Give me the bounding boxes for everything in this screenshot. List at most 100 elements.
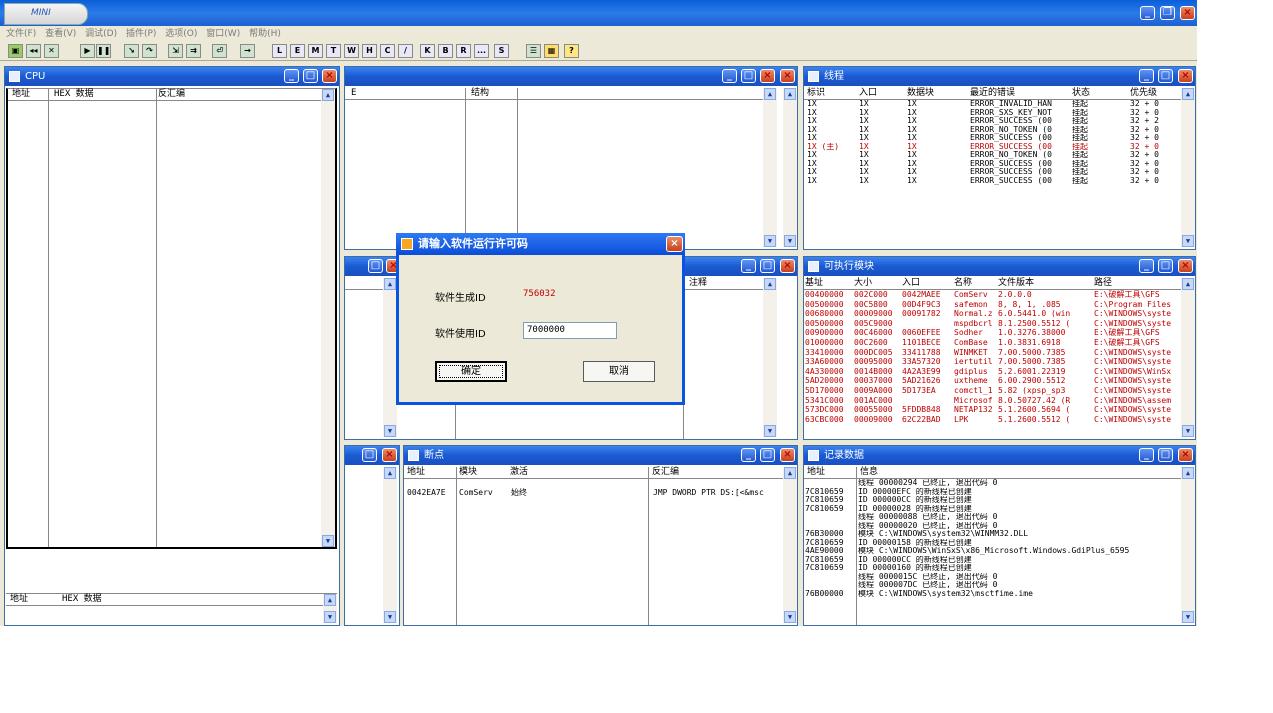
tool-e-button[interactable]: E [290, 44, 305, 58]
module-row[interactable]: 5D170000 0009A000 5D173EA comctl_1 5.82 (xps… [804, 386, 1181, 396]
log-row[interactable]: 7C810659 ID 00000EFC 的新线程已创建 [804, 488, 1181, 497]
dump-pane[interactable]: 地址 HEX 数据 ▲ ▼ [6, 593, 337, 623]
restore-icon[interactable]: ❐ [1160, 6, 1175, 20]
goto-icon[interactable]: → [240, 44, 255, 58]
structure-close-icon[interactable]: × [760, 69, 775, 83]
structure-close2-icon[interactable]: × [780, 69, 795, 83]
menu-file[interactable]: 文件(F) [6, 29, 36, 39]
thread-row[interactable]: 1X 1X 1X ERROR_SUCCESS (00 挂起 32 + 2 [804, 117, 1181, 126]
module-row[interactable]: 33A60000 00095000 33A57320 iertutil 7.00.500… [804, 357, 1181, 367]
stack-close-icon[interactable]: × [382, 448, 397, 462]
tool-w-button[interactable]: W [344, 44, 359, 58]
modules-close-icon[interactable]: × [1178, 259, 1193, 273]
structure-scrollbar[interactable]: ▲ ▼ [763, 88, 777, 247]
threads-minimize-icon[interactable]: _ [1139, 69, 1154, 83]
close-icon[interactable]: × [1180, 6, 1195, 20]
tool-l-button[interactable]: L [272, 44, 287, 58]
close-file-icon[interactable]: ✕ [44, 44, 59, 58]
stack-scrollbar[interactable]: ▲ ▼ [383, 467, 397, 623]
log-row[interactable]: 76B00000 模块 C:\WINDOWS\system32\msctfime.… [804, 590, 1181, 599]
module-row[interactable]: 00400000 002C000 0042MAEE ComServ 2.0.0.0 E:\… [804, 290, 1181, 300]
comment-scrollbar[interactable]: ▲ ▼ [763, 278, 777, 437]
comment-left-max-icon[interactable]: □ [368, 259, 383, 273]
thread-row[interactable]: 1X 1X 1X ERROR_SUCCESS (00 挂起 32 + 0 [804, 160, 1181, 169]
menu-debug[interactable]: 调试(D) [85, 29, 117, 39]
log-scrollbar[interactable]: ▲ ▼ [1181, 467, 1195, 623]
modules-minimize-icon[interactable]: _ [1139, 259, 1154, 273]
structure-minimize-icon[interactable]: _ [722, 69, 737, 83]
comment-close-icon[interactable]: × [780, 259, 795, 273]
log-maximize-icon[interactable]: □ [1158, 448, 1173, 462]
log-row[interactable]: 7C810659 ID 00000160 的新线程已创建 [804, 564, 1181, 573]
tool-c-button[interactable]: C [380, 44, 395, 58]
threads-close-icon[interactable]: × [1178, 69, 1193, 83]
module-row[interactable]: 00500000 00C5800 00D4F9C3 safemon 8, 8, 1, .… [804, 300, 1181, 310]
module-row[interactable]: 01000000 00C2600 1101BECE ComBase 1.0.3831.6… [804, 338, 1181, 348]
breakpoints-maximize-icon[interactable]: □ [760, 448, 775, 462]
modules-maximize-icon[interactable]: □ [1158, 259, 1173, 273]
tool-h-button[interactable]: H [362, 44, 377, 58]
log-row[interactable]: 线程 000007DC 已终止, 退出代码 0 [804, 581, 1181, 590]
run-icon[interactable]: ▶ [80, 44, 95, 58]
menu-options[interactable]: 选项(O) [165, 29, 197, 39]
tool-r-button[interactable]: R [456, 44, 471, 58]
module-row[interactable]: 573DC000 00055000 5FDDB848 NETAP132 5.1.2600… [804, 405, 1181, 415]
thread-row[interactable]: 1X 1X 1X ERROR_SUCCESS (00 挂起 32 + 0 [804, 134, 1181, 143]
modules-list[interactable]: 00400000 002C000 0042MAEE ComServ 2.0.0.0 E:\… [804, 290, 1181, 437]
menu-plugins[interactable]: 插件(P) [126, 29, 156, 39]
open-icon[interactable]: ▣ [8, 44, 23, 58]
menu-window[interactable]: 窗口(W) [206, 29, 240, 39]
cpu-maximize-icon[interactable]: □ [303, 69, 318, 83]
rewind-icon[interactable]: ◂◂ [26, 44, 41, 58]
pause-icon[interactable]: ❚❚ [96, 44, 111, 58]
log-row[interactable]: 7C810659 ID 00000158 的新线程已创建 [804, 539, 1181, 548]
thread-row[interactable]: 1X 1X 1X ERROR_SUCCESS (00 挂起 32 + 0 [804, 168, 1181, 177]
execute-till-return-icon[interactable]: ⏎ [212, 44, 227, 58]
help-icon[interactable]: ? [564, 44, 579, 58]
module-row[interactable]: 5341C000 001AC000 Microsof 8.0.50727.42 (R C… [804, 396, 1181, 406]
trace-over-icon[interactable]: ⇉ [186, 44, 201, 58]
log-row[interactable]: 76B30000 模块 C:\WINDOWS\system32\WINMM32.D… [804, 530, 1181, 539]
module-row[interactable]: 00900000 00C46000 0060EFEE Sodher 1.0.3276.3… [804, 328, 1181, 338]
stack-maximize-icon[interactable]: □ [362, 448, 377, 462]
module-row[interactable]: 33410000 000DC005 33411788 WINMKET 7.00.5000… [804, 348, 1181, 358]
disasm-scrollbar[interactable]: ▲ ▼ [321, 89, 335, 547]
log-row[interactable]: 7C810659 ID 000000CC 的新线程已创建 [804, 556, 1181, 565]
tool-s-button[interactable]: S [494, 44, 509, 58]
log-row[interactable]: 7C810659 ID 00000028 的新线程已创建 [804, 505, 1181, 514]
options-icon[interactable]: ▦ [544, 44, 559, 58]
cancel-button[interactable]: 取消 [583, 361, 655, 382]
thread-row[interactable]: 1X 1X 1X ERROR_INVALID_HAN 挂起 32 + 0 [804, 100, 1181, 109]
module-row[interactable]: 4A330000 0014B000 4A2A3E99 gdiplus 5.2.6001.… [804, 367, 1181, 377]
log-row[interactable]: 4AE90000 模块 C:\WINDOWS\WinSxS\x86_Microso… [804, 547, 1181, 556]
tool-k-button[interactable]: K [420, 44, 435, 58]
tool-slash-button[interactable]: / [398, 44, 413, 58]
thread-row[interactable]: 1X 1X 1X ERROR_NO_TOKEN (0 挂起 32 + 0 [804, 151, 1181, 160]
dump-scrollbar[interactable]: ▲ ▼ [323, 594, 337, 623]
comment-minimize-icon[interactable]: _ [741, 259, 756, 273]
ok-button[interactable]: 确定 [435, 361, 507, 382]
disasm-pane[interactable]: 地址 HEX 数据 反汇编 ▲ ▼ [6, 88, 337, 549]
threads-maximize-icon[interactable]: □ [1158, 69, 1173, 83]
menu-help[interactable]: 帮助(H) [249, 29, 281, 39]
breakpoint-row[interactable]: 0042EA7E ComServ 始终 JMP DWORD PTR DS:[<&msc [407, 481, 777, 505]
module-row[interactable]: 00680000 00009000 00091782 Normal.z 6.0.5441… [804, 309, 1181, 319]
tool-m-button[interactable]: M [308, 44, 323, 58]
modules-scrollbar[interactable]: ▲ ▼ [1181, 278, 1195, 437]
menu-view[interactable]: 查看(V) [45, 29, 76, 39]
thread-row[interactable]: 1X 1X 1X ERROR_NO_TOKEN (0 挂起 32 + 0 [804, 126, 1181, 135]
cpu-minimize-icon[interactable]: _ [284, 69, 299, 83]
tool-t-button[interactable]: T [326, 44, 341, 58]
minimize-icon[interactable]: _ [1140, 6, 1155, 20]
log-minimize-icon[interactable]: _ [1139, 448, 1154, 462]
log-row[interactable]: 7C810659 ID 000000CC 的新线程已创建 [804, 496, 1181, 505]
comment-maximize-icon[interactable]: □ [760, 259, 775, 273]
trace-into-icon[interactable]: ⇲ [168, 44, 183, 58]
thread-row[interactable]: 1X 1X 1X ERROR_SUCCESS (00 挂起 32 + 0 [804, 177, 1181, 186]
use-id-input[interactable]: 7000000 [523, 322, 617, 339]
threads-scrollbar[interactable]: ▲ ▼ [1181, 88, 1195, 247]
log-row[interactable]: 线程 00000294 已终止, 退出代码 0 [804, 479, 1181, 488]
dialog-close-icon[interactable]: × [666, 236, 683, 252]
module-row[interactable]: 5AD20000 00037000 5AD21626 uxtheme 6.00.2900… [804, 376, 1181, 386]
breakpoints-scrollbar[interactable]: ▲ ▼ [783, 467, 797, 623]
